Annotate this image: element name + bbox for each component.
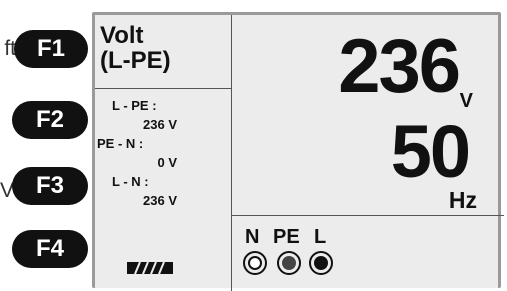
divider xyxy=(95,88,231,89)
battery-icon xyxy=(127,262,173,274)
f4-button[interactable]: F4 xyxy=(12,230,88,268)
reading-value-pe-n: 0 V xyxy=(157,155,177,170)
frequency-value: 50 xyxy=(390,110,471,193)
left-panel: Volt (L-PE) L - PE : 236 V PE - N : 0 V … xyxy=(95,15,232,291)
voltage-value: 236 xyxy=(338,24,461,109)
terminal-label-n: N xyxy=(245,226,260,248)
reading-label-l-pe: L - PE : xyxy=(112,98,157,113)
terminal-l-indicator xyxy=(309,251,333,275)
terminal-n-indicator xyxy=(243,251,267,275)
f2-button[interactable]: F2 xyxy=(12,101,88,139)
f3-button[interactable]: F3 xyxy=(12,167,88,205)
reading-value-l-pe: 236 V xyxy=(143,117,177,132)
mode-title-line2: (L-PE) xyxy=(100,47,171,74)
frequency-unit: Hz xyxy=(448,187,477,213)
terminal-label-pe: PE xyxy=(273,226,300,248)
mode-title-line1: Volt xyxy=(100,22,144,49)
terminal-pe-indicator xyxy=(277,251,301,275)
mode-title: Volt (L-PE) xyxy=(100,23,171,73)
terminal-label-l: L xyxy=(314,226,327,248)
reading-label-l-n: L - N : xyxy=(112,174,149,189)
lcd-display: Volt (L-PE) L - PE : 236 V PE - N : 0 V … xyxy=(92,12,504,291)
readings-list: L - PE : 236 V PE - N : 0 V L - N : 236 … xyxy=(95,96,177,210)
reading-label-pe-n: PE - N : xyxy=(97,136,144,151)
f1-button[interactable]: F1 xyxy=(14,30,88,68)
divider xyxy=(231,215,504,216)
reading-value-l-n: 236 V xyxy=(143,193,177,208)
